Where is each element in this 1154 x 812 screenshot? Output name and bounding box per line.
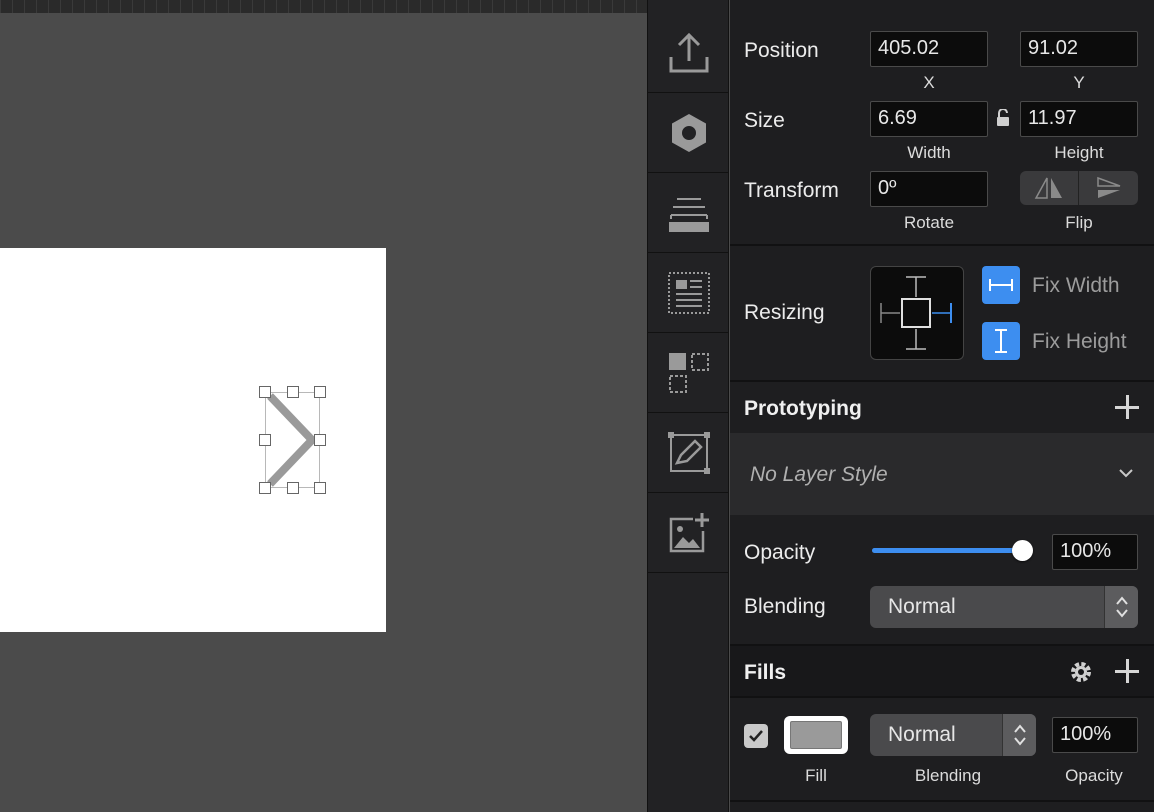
flip-horizontal-button[interactable] [1020, 171, 1079, 205]
opacity-slider-track[interactable] [872, 540, 1033, 561]
lock-open-icon[interactable] [996, 109, 1010, 127]
flip-horizontal-icon [1034, 177, 1062, 199]
resize-handle-top[interactable] [287, 386, 299, 398]
resizing-constraints-widget[interactable] [870, 266, 964, 360]
fix-width-toggle[interactable] [982, 266, 1020, 304]
resize-handle-left[interactable] [259, 434, 271, 446]
fill-opacity-label: Opacity [1065, 766, 1123, 785]
y-input[interactable]: 91.02 [1020, 31, 1138, 67]
x-input[interactable]: 405.02 [870, 31, 988, 67]
artboard[interactable] [0, 248, 386, 632]
chevron-down-icon [1119, 469, 1133, 478]
divider [730, 800, 1154, 802]
resizing-label: Resizing [744, 301, 825, 324]
blending-label: Blending [744, 595, 826, 618]
export-icon [669, 32, 708, 72]
rotate-input[interactable]: 0º [870, 171, 988, 207]
resize-handle-bottom-right[interactable] [314, 482, 326, 494]
fill-blending-stepper[interactable] [1002, 714, 1036, 756]
fills-title: Fills [744, 661, 787, 684]
flip-control [1020, 171, 1138, 205]
fix-width-label: Fix Width [1032, 274, 1120, 297]
up-down-arrows-icon [1115, 596, 1128, 618]
add-prototyping-icon[interactable] [1114, 394, 1140, 420]
add-image-button[interactable] [648, 493, 729, 573]
size-label: Size [744, 109, 785, 132]
export-button[interactable] [648, 13, 729, 93]
width-input[interactable]: 6.69 [870, 101, 988, 137]
flip-label: Flip [1065, 213, 1093, 232]
height-label: Height [1054, 143, 1104, 162]
components-button[interactable] [648, 333, 729, 413]
divider [730, 696, 1154, 698]
position-label: Position [744, 39, 819, 62]
canvas[interactable] [0, 0, 647, 812]
add-fill-icon[interactable] [1114, 658, 1140, 684]
flip-vertical-button[interactable] [1079, 171, 1138, 205]
fill-color-swatch[interactable] [784, 716, 848, 754]
selection-box[interactable] [265, 392, 320, 488]
opacity-label: Opacity [744, 541, 816, 564]
divider [730, 380, 1154, 382]
components-icon [668, 352, 709, 393]
layer-stack-icon [668, 197, 709, 232]
x-label: X [923, 73, 935, 92]
layer-style-picker[interactable]: No Layer Style [730, 433, 1154, 515]
fill-label: Fill [805, 766, 827, 785]
fill-blending-select[interactable]: Normal [870, 714, 1036, 756]
resize-handle-top-left[interactable] [259, 386, 271, 398]
resize-handle-bottom[interactable] [287, 482, 299, 494]
height-input[interactable]: 11.97 [1020, 101, 1138, 137]
fix-height-label: Fix Height [1032, 330, 1127, 353]
text-layout-icon [667, 271, 710, 314]
fix-height-icon [995, 329, 1007, 353]
divider [730, 244, 1154, 246]
width-label: Width [907, 143, 951, 162]
resizing-constraints-icon [880, 276, 952, 350]
fill-enabled-checkbox[interactable] [744, 724, 768, 748]
up-down-arrows-icon [1013, 724, 1026, 746]
inspector-panel: Position 405.02 X 91.02 Y Size 6.69 Widt… [730, 0, 1154, 812]
blending-stepper[interactable] [1104, 586, 1138, 628]
edit-shape-button[interactable] [648, 413, 729, 493]
resize-handle-top-right[interactable] [314, 386, 326, 398]
blending-select-value: Normal [888, 595, 956, 618]
gear-icon[interactable] [1068, 659, 1094, 685]
add-image-icon [669, 512, 709, 552]
symbol-icon [671, 113, 706, 152]
opacity-slider-knob[interactable] [1012, 540, 1033, 561]
fill-opacity-input[interactable]: 100% [1052, 717, 1138, 753]
fix-height-toggle[interactable] [982, 322, 1020, 360]
edit-shape-icon [667, 431, 710, 474]
horizontal-ruler [0, 0, 647, 13]
rotate-label: Rotate [903, 213, 955, 232]
inspector-tool-column [647, 0, 729, 812]
resize-handle-bottom-left[interactable] [259, 482, 271, 494]
text-layout-button[interactable] [648, 253, 729, 333]
layer-stack-button[interactable] [648, 173, 729, 253]
fill-color-preview [790, 721, 842, 749]
opacity-input[interactable]: 100% [1052, 534, 1138, 570]
fix-width-icon [989, 279, 1013, 291]
transform-label: Transform [744, 179, 839, 202]
fill-blending-label: Blending [914, 766, 982, 785]
y-label: Y [1073, 73, 1085, 92]
layer-style-value: No Layer Style [750, 463, 888, 486]
checkmark-icon [749, 730, 763, 742]
resize-handle-right[interactable] [314, 434, 326, 446]
flip-vertical-icon [1096, 176, 1120, 198]
prototyping-title: Prototyping [744, 397, 862, 420]
fill-blending-value: Normal [888, 723, 956, 746]
opacity-slider-fill [872, 548, 1022, 553]
symbol-button[interactable] [648, 93, 729, 173]
blending-select[interactable]: Normal [870, 586, 1138, 628]
